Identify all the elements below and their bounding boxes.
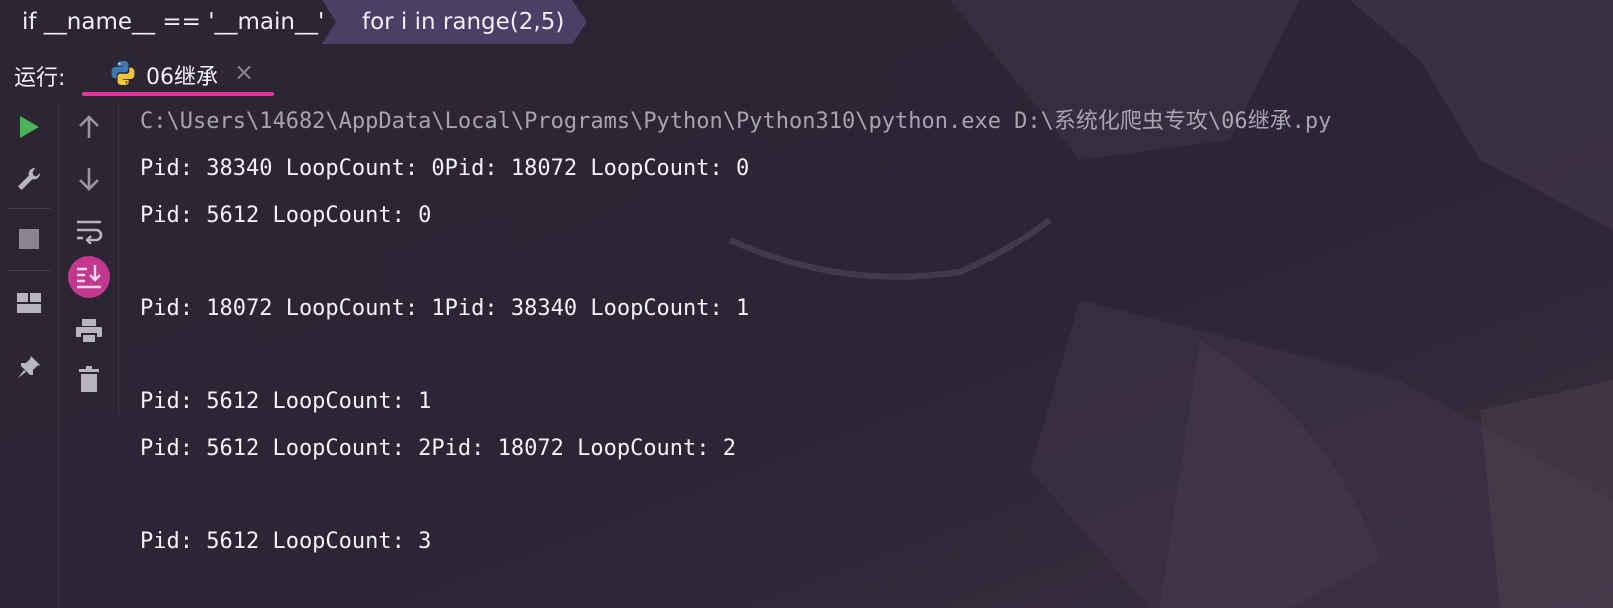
scroll-to-end-button[interactable]: [60, 254, 118, 300]
layout-icon: [17, 293, 41, 313]
run-toolbar-secondary: [60, 104, 119, 414]
previous-occurrence-button[interactable]: [60, 104, 118, 150]
edit-configuration-button[interactable]: [0, 156, 58, 202]
layout-button[interactable]: [0, 280, 58, 326]
console-line: Pid: 38340 LoopCount: 0Pid: 18072 LoopCo…: [140, 156, 750, 181]
rerun-button[interactable]: [0, 104, 58, 150]
run-label: 运行:: [14, 66, 66, 91]
toolbar-divider: [8, 270, 50, 271]
stop-icon: [19, 229, 39, 249]
console-line: Pid: 5612 LoopCount: 2Pid: 18072 LoopCou…: [140, 436, 737, 461]
console-line: Pid: 5612 LoopCount: 3: [140, 529, 432, 554]
run-tab-06-inherit[interactable]: 06继承 ×: [82, 52, 274, 96]
pin-icon: [18, 356, 40, 378]
close-icon[interactable]: ×: [234, 58, 254, 86]
print-button[interactable]: [60, 308, 118, 354]
console-command-line: C:\Users\14682\AppData\Local\Programs\Py…: [140, 109, 1332, 134]
python-icon: [111, 61, 135, 85]
arrow-down-icon: [79, 168, 99, 191]
run-toolbar-primary: [0, 104, 59, 608]
scroll-to-end-icon: [68, 256, 110, 298]
breadcrumb-item-for-loop[interactable]: for i in range(2,5): [362, 0, 564, 44]
run-tab-title: 06继承: [146, 65, 218, 90]
toolbar-divider: [8, 208, 50, 209]
pin-tab-button[interactable]: [0, 344, 58, 390]
play-icon: [20, 116, 39, 138]
wrench-icon: [18, 167, 41, 190]
console-line: Pid: 5612 LoopCount: 0: [140, 203, 432, 228]
console-line: Pid: 18072 LoopCount: 1Pid: 38340 LoopCo…: [140, 296, 750, 321]
trash-icon: [79, 366, 99, 392]
print-icon: [76, 319, 102, 344]
arrow-up-icon: [79, 115, 99, 138]
active-tab-indicator: [82, 92, 274, 96]
next-occurrence-button[interactable]: [60, 156, 118, 202]
clear-all-button[interactable]: [60, 356, 118, 402]
console-line: Pid: 5612 LoopCount: 1: [140, 389, 432, 414]
run-tool-window-header: 运行: 06继承 ×: [0, 52, 1613, 100]
stop-button[interactable]: [0, 216, 58, 262]
soft-wrap-icon: [77, 220, 103, 244]
soft-wrap-button[interactable]: [60, 208, 118, 254]
breadcrumb-item-if-main[interactable]: if __name__ == '__main__': [22, 0, 324, 44]
breadcrumb: if __name__ == '__main__' for i in range…: [0, 0, 1613, 44]
